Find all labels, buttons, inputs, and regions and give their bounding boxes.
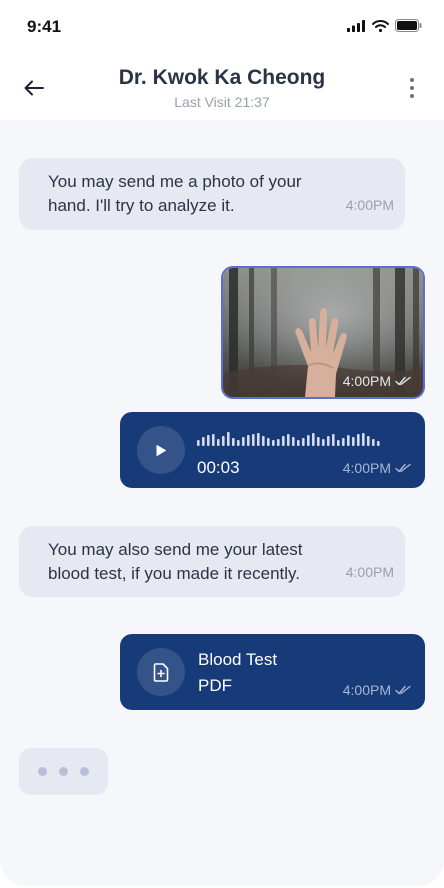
message-text: You may send me a photo of your hand. I'…	[48, 172, 302, 215]
incoming-message[interactable]: You may also send me your latest blood t…	[19, 526, 405, 597]
message-time: 4:00PM	[345, 564, 394, 580]
typing-indicator	[19, 748, 108, 795]
file-name: Blood Test	[198, 650, 278, 669]
voice-time-row: 4:00PM	[343, 460, 411, 476]
waveform-bar	[247, 435, 250, 446]
message-time: 4:00PM	[342, 682, 391, 698]
typing-dot	[38, 767, 47, 776]
waveform-bar	[277, 439, 280, 446]
waveform-bar	[292, 437, 295, 446]
waveform-bar	[222, 436, 225, 446]
double-check-icon	[395, 463, 411, 473]
waveform-bar	[317, 437, 320, 446]
waveform-bar	[217, 439, 220, 446]
dot	[410, 86, 414, 90]
last-visit: Last Visit 21:37	[174, 94, 270, 110]
signal-icon	[347, 19, 365, 32]
battery-icon	[395, 19, 422, 32]
waveform-bar	[257, 433, 260, 446]
file-time-row: 4:00PM	[343, 682, 411, 698]
waveform-bar	[302, 438, 305, 446]
waveform-bar	[252, 434, 255, 446]
file-message[interactable]: Blood Test PDF 4:00PM	[120, 634, 425, 710]
wifi-icon	[372, 19, 389, 32]
typing-dot	[59, 767, 68, 776]
status-bar: 9:41	[0, 0, 444, 54]
message-time: 4:00PM	[342, 460, 391, 476]
waveform-bar	[227, 432, 230, 446]
contact-name[interactable]: Dr. Kwok Ka Cheong	[0, 66, 444, 90]
waveform-bar	[372, 439, 375, 446]
waveform-bar	[307, 435, 310, 446]
waveform-bar	[312, 433, 315, 446]
waveform-bar	[287, 434, 290, 446]
waveform-bar	[352, 437, 355, 446]
waveform-bar	[297, 440, 300, 446]
photo-time-row: 4:00PM	[343, 373, 411, 389]
waveform-bar	[242, 437, 245, 446]
waveform-bar	[357, 434, 360, 446]
waveform-bar	[322, 439, 325, 446]
dot	[410, 78, 414, 82]
waveform-bar	[362, 433, 365, 446]
play-button[interactable]	[137, 426, 185, 474]
message-text: You may also send me your latest blood t…	[48, 540, 303, 583]
voice-message[interactable]: 00:03 4:00PM	[120, 412, 425, 488]
waveform-bar	[267, 438, 270, 446]
waveform-bar	[347, 435, 350, 446]
waveform-bar	[237, 440, 240, 446]
waveform-bar	[282, 436, 285, 446]
dot	[410, 94, 414, 98]
waveform-bar	[262, 436, 265, 446]
more-options-button[interactable]	[402, 74, 422, 102]
message-time: 4:00PM	[342, 373, 391, 389]
waveform-icon	[197, 432, 380, 446]
chat-header: Dr. Kwok Ka Cheong Last Visit 21:37	[0, 54, 444, 120]
typing-dot	[80, 767, 89, 776]
waveform-bar	[367, 436, 370, 446]
status-icons	[347, 19, 422, 32]
play-icon	[156, 444, 166, 456]
waveform-bar	[202, 437, 205, 446]
file-button[interactable]	[137, 648, 185, 696]
message-time: 4:00PM	[345, 197, 394, 213]
waveform-bar	[337, 440, 340, 446]
waveform-bar	[232, 438, 235, 446]
waveform-bar	[342, 438, 345, 446]
waveform-bar	[207, 435, 210, 446]
waveform-bar	[197, 440, 200, 446]
file-add-icon	[153, 662, 169, 682]
waveform-bar	[272, 440, 275, 446]
file-type: PDF	[198, 676, 232, 695]
waveform-bar	[377, 441, 380, 446]
waveform-bar	[212, 434, 215, 446]
waveform-bar	[332, 434, 335, 446]
double-check-icon	[395, 376, 411, 386]
incoming-message[interactable]: You may send me a photo of your hand. I'…	[19, 158, 405, 230]
chat-area[interactable]: You may send me a photo of your hand. I'…	[0, 120, 444, 886]
photo-message[interactable]: 4:00PM	[221, 266, 425, 399]
status-time: 9:41	[27, 17, 62, 36]
waveform-bar	[327, 436, 330, 446]
double-check-icon	[395, 685, 411, 695]
voice-duration: 00:03	[197, 458, 240, 477]
